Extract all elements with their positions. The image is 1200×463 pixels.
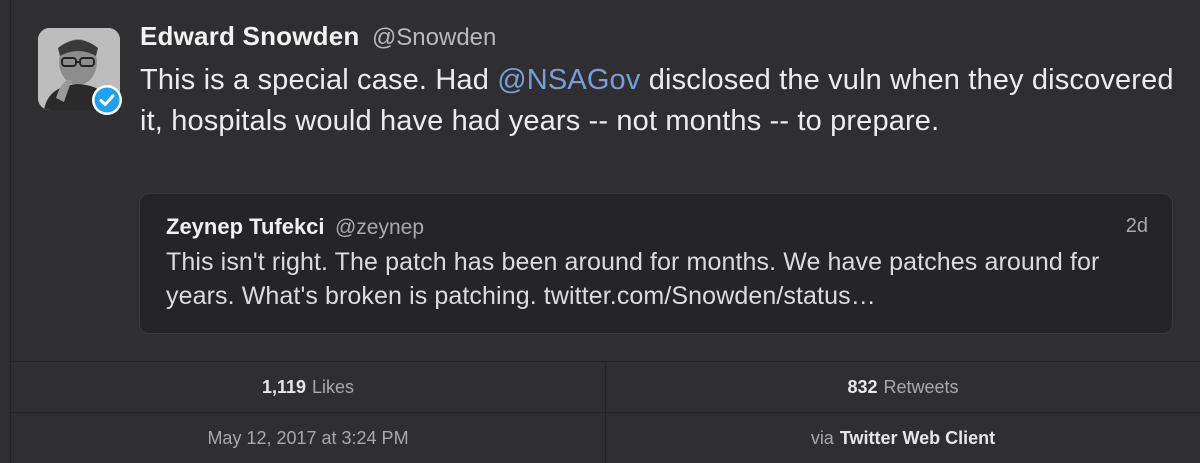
tweet-header: Edward Snowden @Snowden <box>140 21 496 57</box>
quoted-author-name: Zeynep Tufekci <box>166 214 325 239</box>
quoted-tweet-text: This isn't right. The patch has been aro… <box>166 248 1100 310</box>
tweet-text-part: This is a special case. Had <box>140 64 498 96</box>
tweet-stats: 1,119 Likes 832 Retweets May 12, 2017 at… <box>11 361 1200 463</box>
quoted-tweet-header: Zeynep Tufekci @zeynep <box>166 214 424 240</box>
mention-link[interactable]: @NSAGov <box>497 64 640 96</box>
timestamp: May 12, 2017 at 3:24 PM <box>11 413 605 463</box>
quoted-author-handle: @zeynep <box>334 216 425 239</box>
retweets-label: Retweets <box>883 376 959 397</box>
likes-stat[interactable]: 1,119 Likes <box>11 362 605 412</box>
quoted-tweet-card[interactable]: Zeynep Tufekci @zeynep 2d This isn't rig… <box>139 193 1173 334</box>
via-label: via <box>810 427 834 448</box>
retweets-stat[interactable]: 832 Retweets <box>606 362 1200 412</box>
author-handle[interactable]: @Snowden <box>372 24 496 51</box>
client-name[interactable]: Twitter Web Client <box>840 428 995 449</box>
tweet-detail-view: Edward Snowden @Snowden This is a specia… <box>0 0 1200 463</box>
timestamp-text: May 12, 2017 at 3:24 PM <box>207 427 409 448</box>
likes-count: 1,119 <box>261 376 307 397</box>
author-name[interactable]: Edward Snowden <box>140 21 359 51</box>
retweets-count: 832 <box>847 376 878 397</box>
source-client: via Twitter Web Client <box>606 413 1200 463</box>
quoted-tweet-time: 2d <box>1125 215 1148 237</box>
likes-label: Likes <box>312 376 355 397</box>
tweet-text: This is a special case. Had @NSAGov disc… <box>140 60 1190 142</box>
verified-badge-icon <box>92 85 122 115</box>
